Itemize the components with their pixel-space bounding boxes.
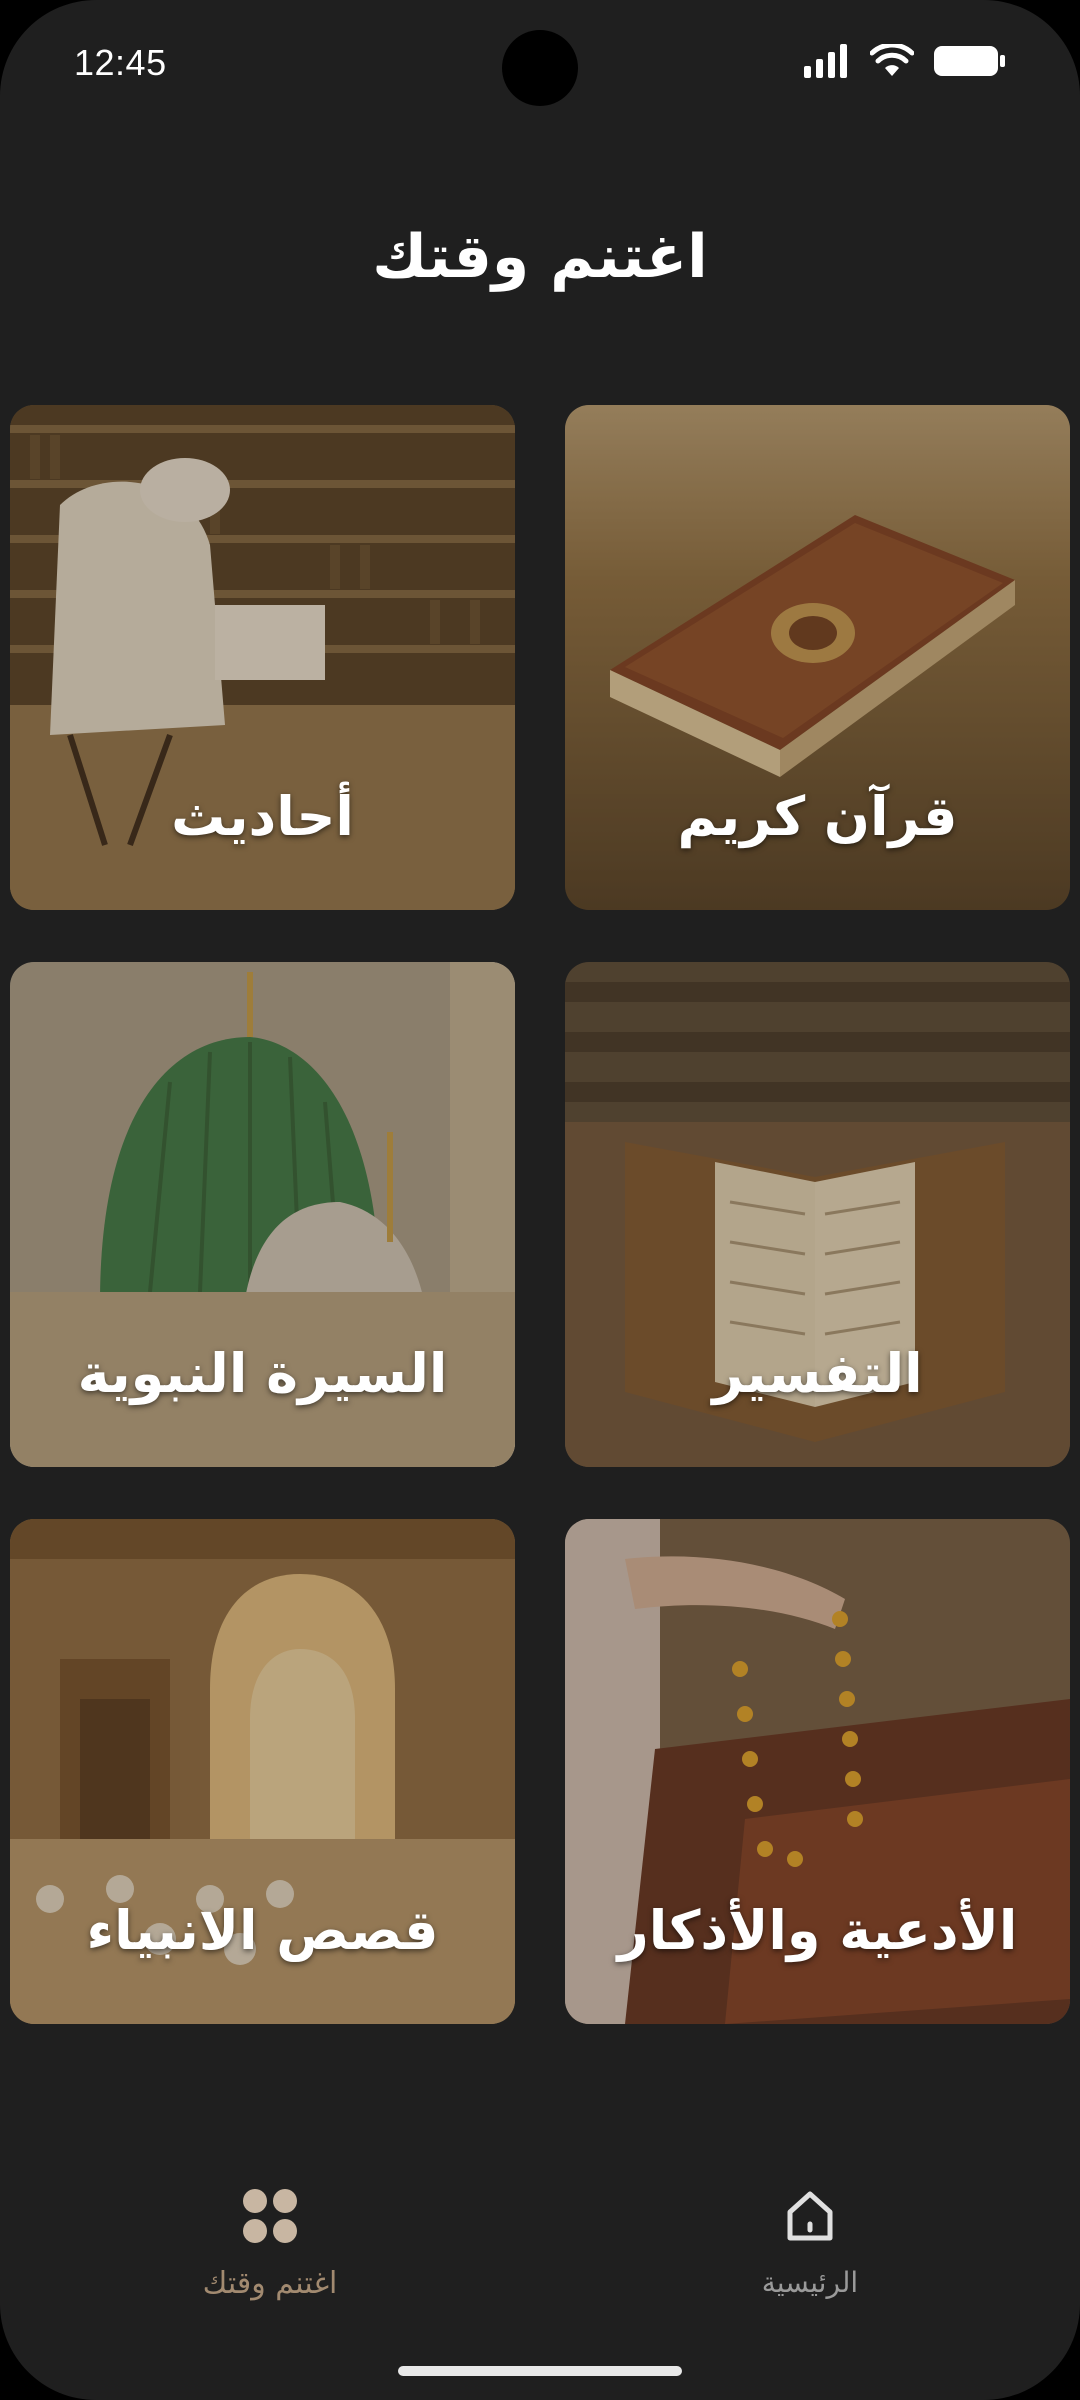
home-icon <box>780 2180 840 2252</box>
category-card-seerah[interactable]: السيرة النبوية <box>10 962 515 1467</box>
category-label: أحاديث <box>171 785 354 848</box>
category-label: الأدعية والأذكار <box>617 1899 1018 1962</box>
nav-item-seize-time[interactable]: اغتنم وقتك <box>120 2180 420 2320</box>
category-card-tafsir[interactable]: التفسير <box>565 962 1070 1467</box>
bottom-navigation: الرئيسية اغتنم وقتك <box>0 2180 1080 2330</box>
category-label: التفسير <box>712 1342 923 1405</box>
app-screen: 12:45 اغتنم وقتك قرآن كريم أحاديث التفسي… <box>0 0 1080 2400</box>
signal-icon <box>804 44 850 78</box>
category-label: قصص الانبياء <box>86 1899 439 1962</box>
grid-apps-icon <box>241 2180 299 2252</box>
category-card-prophets-stories[interactable]: قصص الانبياء <box>10 1519 515 2024</box>
camera-cutout <box>502 30 578 106</box>
category-card-hadith[interactable]: أحاديث <box>10 405 515 910</box>
status-bar: 12:45 <box>0 0 1080 130</box>
category-card-quran[interactable]: قرآن كريم <box>565 405 1070 910</box>
category-label: قرآن كريم <box>677 785 958 848</box>
nav-label-home: الرئيسية <box>761 2266 859 2299</box>
status-icons <box>804 44 1006 78</box>
nav-item-home[interactable]: الرئيسية <box>660 2180 960 2320</box>
battery-icon <box>934 44 1006 78</box>
category-card-adhkar[interactable]: الأدعية والأذكار <box>565 1519 1070 2024</box>
page-title: اغتنم وقتك <box>372 222 708 292</box>
home-indicator[interactable] <box>398 2366 682 2376</box>
status-time: 12:45 <box>74 42 167 83</box>
category-grid: قرآن كريم أحاديث التفسير السيرة النبوية … <box>10 405 1070 2024</box>
category-label: السيرة النبوية <box>77 1342 448 1405</box>
wifi-icon <box>870 44 914 78</box>
nav-label-seize-time: اغتنم وقتك <box>202 2266 338 2301</box>
